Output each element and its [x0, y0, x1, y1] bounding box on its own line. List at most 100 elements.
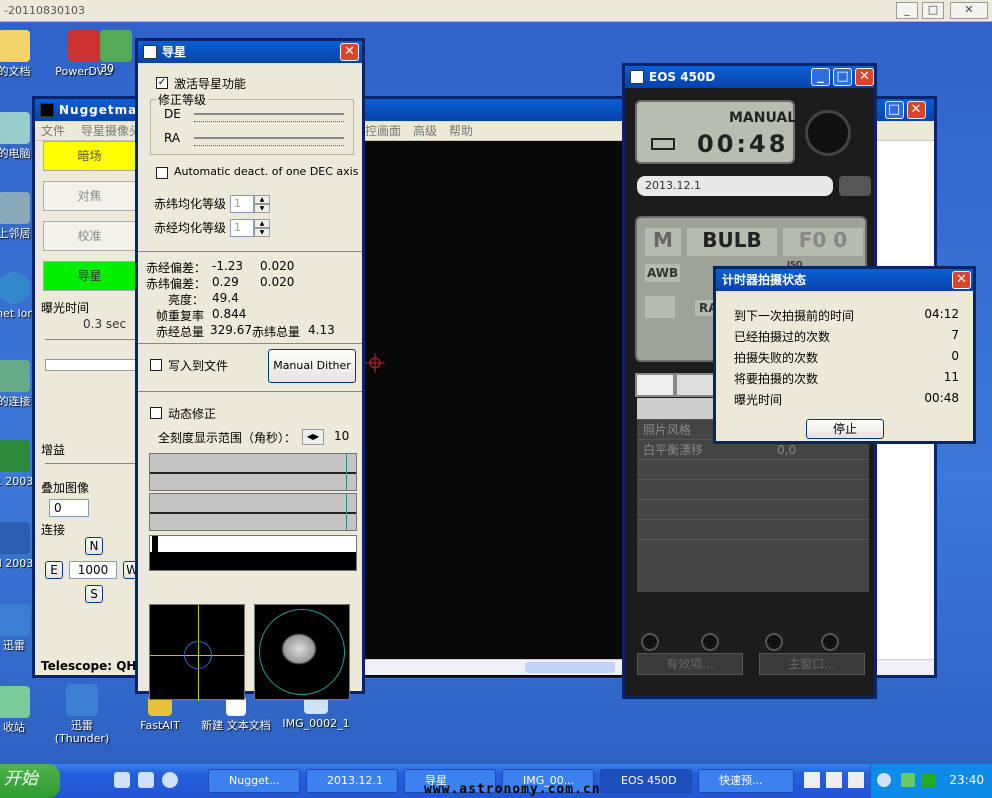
icon-label: 收站	[3, 721, 25, 734]
taskbar-item-eos[interactable]: EOS 450D	[600, 769, 692, 793]
guide-window: 导星 ✕ ✓ 激活导星功能 修正等级 DE RA Automatic deact…	[135, 38, 365, 701]
aperture[interactable]: F0 0	[783, 228, 863, 256]
stop-button[interactable]: 停止	[806, 419, 884, 439]
spin-down-icon[interactable]: ▼	[254, 204, 270, 213]
stack-input[interactable]: 0	[49, 499, 89, 517]
south-button[interactable]: S	[85, 585, 103, 603]
dec-avg-value[interactable]: 1	[230, 195, 254, 213]
menu-advanced[interactable]: 高级	[413, 121, 437, 141]
preferences-button[interactable]: 有效项...	[637, 653, 743, 675]
close-button[interactable]: ✕	[855, 68, 874, 86]
round-button-4[interactable]	[821, 633, 839, 651]
tray-expand-icon[interactable]	[877, 773, 891, 787]
menu-control-view[interactable]: 控画面	[365, 121, 401, 141]
stack-label: 叠加图像	[41, 481, 90, 495]
start-button[interactable]: 开始	[0, 764, 60, 798]
close-button[interactable]: ✕	[952, 271, 971, 289]
round-button-2[interactable]	[701, 633, 719, 651]
camera-tab-icon[interactable]	[637, 375, 673, 395]
camera-icon	[630, 70, 644, 84]
metering-icon[interactable]	[645, 296, 675, 318]
close-button[interactable]: ✕	[950, 2, 988, 19]
telescope-status: Telescope: QHY	[41, 659, 146, 673]
date-field[interactable]: 2013.12.1	[637, 176, 833, 196]
desktop-icon-30[interactable]: 30	[100, 30, 140, 75]
exposure-slider[interactable]	[45, 339, 137, 340]
desktop-icon-new-text[interactable]: 新建 文本文档	[198, 696, 274, 732]
spin-up-icon[interactable]: ▲	[254, 195, 270, 204]
calibrate-button[interactable]: 校准	[43, 221, 136, 251]
shutter-button[interactable]	[805, 110, 851, 156]
taskbar-item-preview[interactable]: 快速预...	[698, 769, 794, 793]
ra-slider[interactable]	[194, 137, 344, 139]
range-stepper[interactable]: ◀▶	[302, 429, 324, 445]
round-button-3[interactable]	[765, 633, 783, 651]
de-slider[interactable]	[194, 113, 344, 115]
menu-guide-camera[interactable]: 导星摄像头	[81, 124, 141, 138]
shutter-bulb[interactable]: BULB	[687, 228, 777, 256]
desktop-icon-fastait[interactable]: FastAIT	[122, 696, 198, 732]
tray-icon[interactable]	[848, 772, 864, 788]
scatter-cluster	[281, 633, 317, 665]
write-file-checkbox[interactable]	[150, 359, 162, 371]
round-button-1[interactable]	[641, 633, 659, 651]
de-ticks	[194, 121, 344, 122]
network-icon[interactable]	[901, 773, 915, 787]
dark-frame-button[interactable]: 暗场	[43, 141, 136, 171]
ra-avg-spinner[interactable]: 1 ▲ ▼	[230, 219, 270, 237]
menu-file[interactable]: 文件	[41, 124, 65, 138]
keyboard-icon[interactable]	[804, 772, 820, 788]
help-icon[interactable]	[826, 772, 842, 788]
outer-window-titlebar: -20110830103 _ □ ✕	[0, 0, 992, 22]
awb-badge[interactable]: AWB	[645, 264, 681, 282]
close-button[interactable]: ✕	[340, 43, 359, 61]
antivirus-icon[interactable]	[921, 773, 935, 787]
close-button[interactable]: ✕	[907, 101, 926, 119]
list-item[interactable]	[637, 480, 869, 500]
dec-avg-spinner[interactable]: 1 ▲ ▼	[230, 195, 270, 213]
pulse-input[interactable]: 1000	[69, 561, 117, 579]
maximize-button[interactable]: □	[833, 68, 852, 86]
manual-dither-button[interactable]: Manual Dither	[268, 349, 356, 383]
quicklaunch-icon[interactable]	[162, 772, 178, 788]
east-button[interactable]: E	[45, 561, 63, 579]
timer-body: 到下一次拍摄前的时间 04:12 已经拍摄过的次数 7 拍摄失败的次数 0 将要拍摄的…	[716, 291, 973, 441]
main-window-button[interactable]: 主窗口...	[759, 653, 865, 675]
word-icon	[0, 522, 30, 554]
spin-up-icon[interactable]: ▲	[254, 219, 270, 228]
scroll-thumb[interactable]	[525, 662, 615, 673]
maximize-button[interactable]: □	[885, 101, 904, 119]
gain-slider[interactable]	[45, 463, 137, 464]
desktop-icon-documents[interactable]: 的文档	[0, 30, 52, 78]
folder-dropdown-icon[interactable]	[839, 176, 871, 196]
quicklaunch-icon[interactable]	[114, 772, 130, 788]
ra-avg-value[interactable]: 1	[230, 219, 254, 237]
exposure-label: 曝光时间	[41, 301, 90, 315]
desktop-icon-thunder[interactable]: 迅雷 (Thunder)	[44, 684, 120, 745]
list-item[interactable]	[637, 500, 869, 520]
minimize-button[interactable]: _	[896, 2, 918, 19]
ra-error-graph	[149, 453, 357, 491]
focus-button[interactable]: 对焦	[43, 181, 136, 211]
enable-guide-checkbox[interactable]: ✓	[156, 77, 168, 89]
tools-tab-icon[interactable]	[677, 375, 713, 395]
list-item[interactable]	[637, 520, 869, 540]
mode-m[interactable]: M	[645, 228, 681, 256]
spin-down-icon[interactable]: ▼	[254, 228, 270, 237]
stat-label-dec-dev: 赤纬偏差：	[146, 277, 207, 291]
maximize-button[interactable]: □	[922, 2, 944, 19]
minimize-button[interactable]: _	[811, 68, 830, 86]
taskbar-item-nugget[interactable]: Nugget...	[208, 769, 300, 793]
list-item[interactable]	[637, 460, 869, 480]
menu-help[interactable]: 帮助	[449, 121, 473, 141]
dynamic-correction-checkbox[interactable]	[150, 407, 162, 419]
guide-button[interactable]: 导星	[43, 261, 136, 291]
dynamic-correction-label: 动态修正	[168, 407, 217, 421]
desktop-icon-img[interactable]: IMG_0002_1	[278, 696, 354, 730]
north-button[interactable]: N	[85, 537, 103, 555]
row-label: 将要拍摄的次数	[734, 372, 819, 386]
quicklaunch-icon[interactable]	[138, 772, 154, 788]
taskbar-item-folder[interactable]: 2013.12.1	[306, 769, 398, 793]
timer-titlebar: 计时器拍摄状态 ✕	[716, 269, 973, 291]
auto-deact-checkbox[interactable]	[156, 167, 168, 179]
